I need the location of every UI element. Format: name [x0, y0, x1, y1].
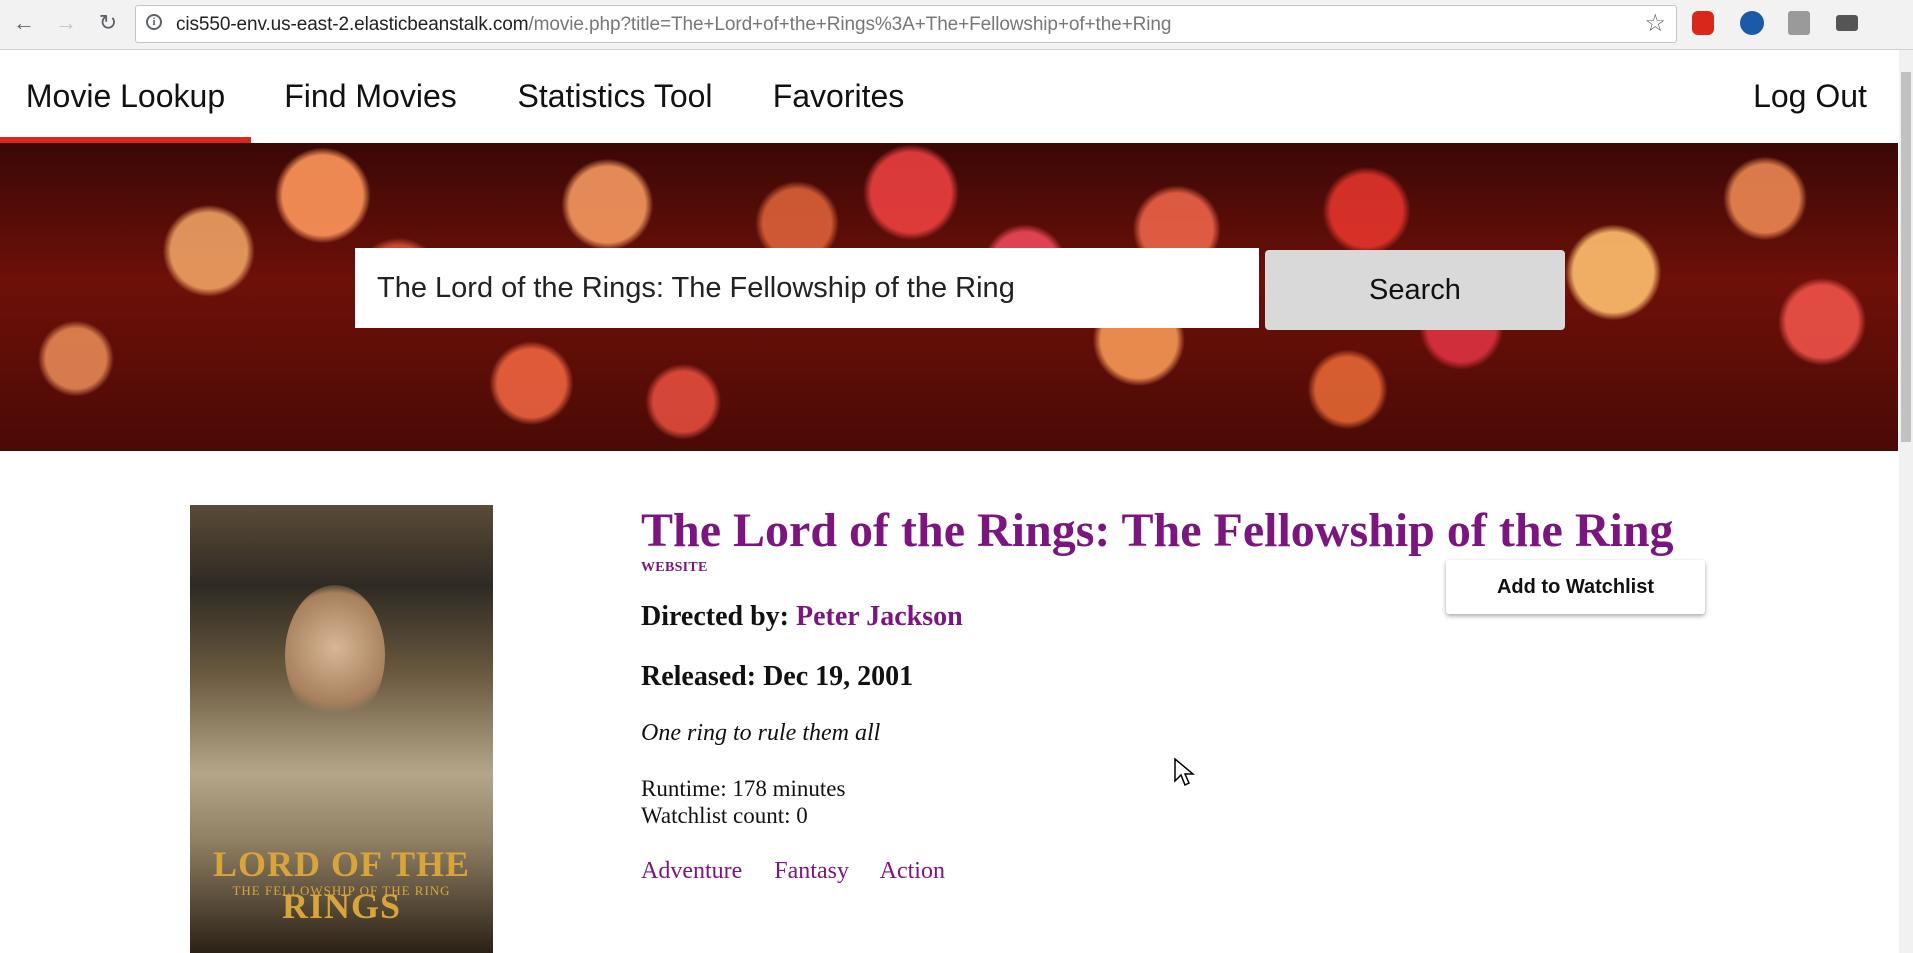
genre-link[interactable]: Adventure	[641, 858, 742, 884]
genre-link[interactable]: Action	[880, 858, 945, 884]
browser-toolbar: ← → ↻ i cis550-env.us-east-2.elasticbean…	[0, 0, 1913, 50]
tab-movie-lookup[interactable]: Movie Lookup	[0, 50, 251, 143]
movie-title: The Lord of the Rings: The Fellowship of…	[641, 504, 1674, 557]
site-info-icon[interactable]: i	[146, 14, 162, 30]
tab-statistics-tool[interactable]: Statistics Tool	[505, 50, 725, 143]
directed-label: Directed by:	[641, 601, 789, 632]
reload-icon[interactable]: ↻	[94, 9, 122, 37]
mouse-cursor-icon	[1174, 757, 1195, 787]
logout-link[interactable]: Log Out	[1740, 50, 1880, 143]
genre-list: Adventure Fantasy Action	[641, 858, 971, 885]
tagline: One ring to rule them all	[641, 720, 881, 746]
add-to-watchlist-button[interactable]: Add to Watchlist	[1446, 560, 1705, 614]
back-icon[interactable]: ←	[10, 9, 38, 37]
genre-link[interactable]: Fantasy	[774, 858, 849, 884]
release-date: Released: Dec 19, 2001	[641, 661, 914, 692]
tab-favorites[interactable]: Favorites	[760, 50, 917, 143]
extension-globe-icon[interactable]	[1740, 11, 1764, 35]
site-nav: Movie Lookup Find Movies Statistics Tool…	[0, 50, 1900, 143]
address-bar[interactable]: i cis550-env.us-east-2.elasticbeanstalk.…	[135, 5, 1677, 43]
extension-puzzle-icon[interactable]	[1788, 11, 1810, 35]
poster-subtitle: THE FELLOWSHIP OF THE RING	[232, 883, 451, 898]
movie-poster: LORD OF THE RINGS THE FELLOWSHIP OF THE …	[190, 505, 493, 953]
director-link[interactable]: Peter Jackson	[796, 601, 963, 632]
runtime: Runtime: 178 minutes	[641, 776, 846, 801]
page-scrollbar[interactable]	[1899, 50, 1913, 953]
watchlist-count: Watchlist count: 0	[641, 803, 808, 828]
forward-icon[interactable]: →	[52, 9, 80, 37]
extension-folder-icon[interactable]	[1836, 15, 1858, 31]
website-link[interactable]: WEBSITE	[641, 560, 708, 576]
bookmark-star-icon[interactable]: ☆	[1644, 9, 1666, 38]
scrollbar-thumb[interactable]	[1901, 72, 1911, 442]
extension-shield-icon[interactable]	[1692, 11, 1714, 35]
search-button[interactable]: Search	[1265, 250, 1565, 330]
url-text[interactable]: cis550-env.us-east-2.elasticbeanstalk.co…	[176, 14, 1171, 36]
tab-find-movies[interactable]: Find Movies	[268, 50, 473, 143]
directed-by: Directed by: Peter Jackson	[641, 601, 963, 633]
hero-banner: The Lord of the Rings: The Fellowship of…	[0, 143, 1898, 451]
poster-art	[285, 585, 385, 725]
search-input[interactable]: The Lord of the Rings: The Fellowship of…	[355, 248, 1259, 328]
